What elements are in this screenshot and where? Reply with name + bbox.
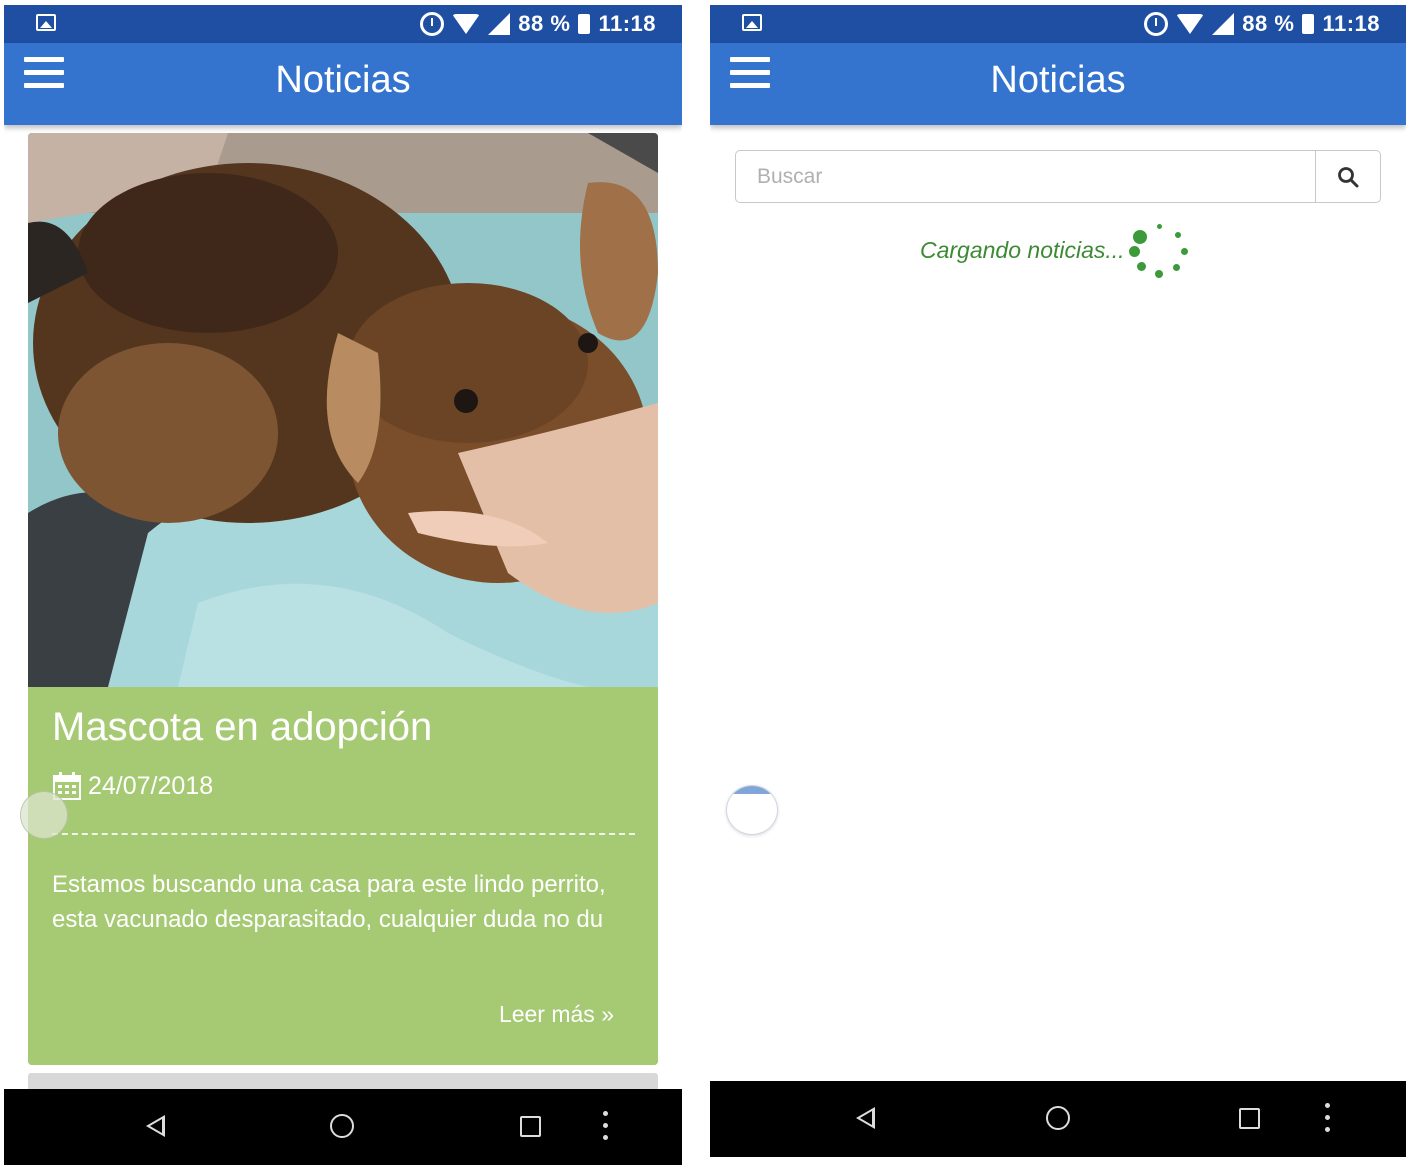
home-icon[interactable] bbox=[1046, 1106, 1070, 1130]
wifi-icon bbox=[452, 14, 481, 34]
system-nav-bar bbox=[4, 1089, 682, 1165]
status-time: 11:18 bbox=[1322, 11, 1380, 36]
system-nav-bar bbox=[710, 1081, 1406, 1157]
news-card-date: 24/07/2018 bbox=[88, 771, 214, 800]
recents-icon[interactable] bbox=[1239, 1108, 1260, 1129]
loading-indicator: Cargando noticias... bbox=[920, 215, 1191, 285]
alarm-icon bbox=[420, 12, 445, 36]
more-icon[interactable] bbox=[1325, 1103, 1331, 1135]
news-card-title: Mascota en adopción bbox=[52, 705, 433, 749]
status-bar: 88 % 11:18 bbox=[4, 5, 682, 43]
more-icon[interactable] bbox=[603, 1111, 609, 1143]
battery-icon bbox=[1302, 14, 1315, 34]
left-phone-screen: 88 % 11:18 Noticias Mascota en adopción … bbox=[4, 5, 682, 1165]
news-card-date-row: 24/07/2018 bbox=[52, 771, 213, 801]
signal-icon bbox=[1212, 13, 1235, 35]
status-indicators: 88 % 11:18 bbox=[1144, 11, 1380, 37]
read-more-link[interactable]: Leer más » bbox=[499, 1001, 614, 1028]
battery-icon bbox=[578, 14, 591, 34]
search-input[interactable] bbox=[736, 151, 1315, 202]
app-bar: Noticias bbox=[710, 43, 1406, 125]
wifi-icon bbox=[1176, 14, 1205, 34]
home-icon[interactable] bbox=[330, 1114, 354, 1138]
right-phone-screen: 88 % 11:18 Noticias Cargando noticias... bbox=[710, 5, 1406, 1157]
divider bbox=[52, 833, 635, 835]
search-button[interactable] bbox=[1315, 151, 1380, 202]
back-icon[interactable] bbox=[856, 1107, 875, 1129]
battery-percent: 88 % bbox=[1242, 11, 1295, 36]
search-icon bbox=[1338, 166, 1359, 187]
alarm-icon bbox=[1144, 12, 1169, 36]
status-indicators: 88 % 11:18 bbox=[420, 11, 656, 37]
news-card-excerpt: Estamos buscando una casa para este lind… bbox=[52, 871, 606, 933]
recents-icon[interactable] bbox=[520, 1116, 541, 1137]
spinner-icon bbox=[1127, 218, 1191, 282]
signal-icon bbox=[488, 13, 511, 35]
status-bar: 88 % 11:18 bbox=[710, 5, 1406, 43]
app-bar: Noticias bbox=[4, 43, 682, 125]
search-bar bbox=[735, 150, 1381, 203]
status-time: 11:18 bbox=[598, 11, 656, 36]
page-title: Noticias bbox=[275, 59, 411, 101]
loading-text: Cargando noticias... bbox=[920, 236, 1125, 263]
floating-button[interactable] bbox=[20, 791, 68, 839]
news-card[interactable]: Mascota en adopción 24/07/2018 Estamos b… bbox=[28, 133, 658, 1065]
gallery-icon bbox=[742, 14, 762, 31]
news-card-photo[interactable] bbox=[28, 133, 658, 687]
news-card-body: Mascota en adopción 24/07/2018 Estamos b… bbox=[28, 687, 658, 1065]
gallery-icon bbox=[36, 14, 56, 31]
floating-button[interactable] bbox=[726, 785, 778, 835]
battery-percent: 88 % bbox=[518, 11, 571, 36]
back-icon[interactable] bbox=[146, 1115, 165, 1137]
page-title: Noticias bbox=[990, 59, 1126, 101]
